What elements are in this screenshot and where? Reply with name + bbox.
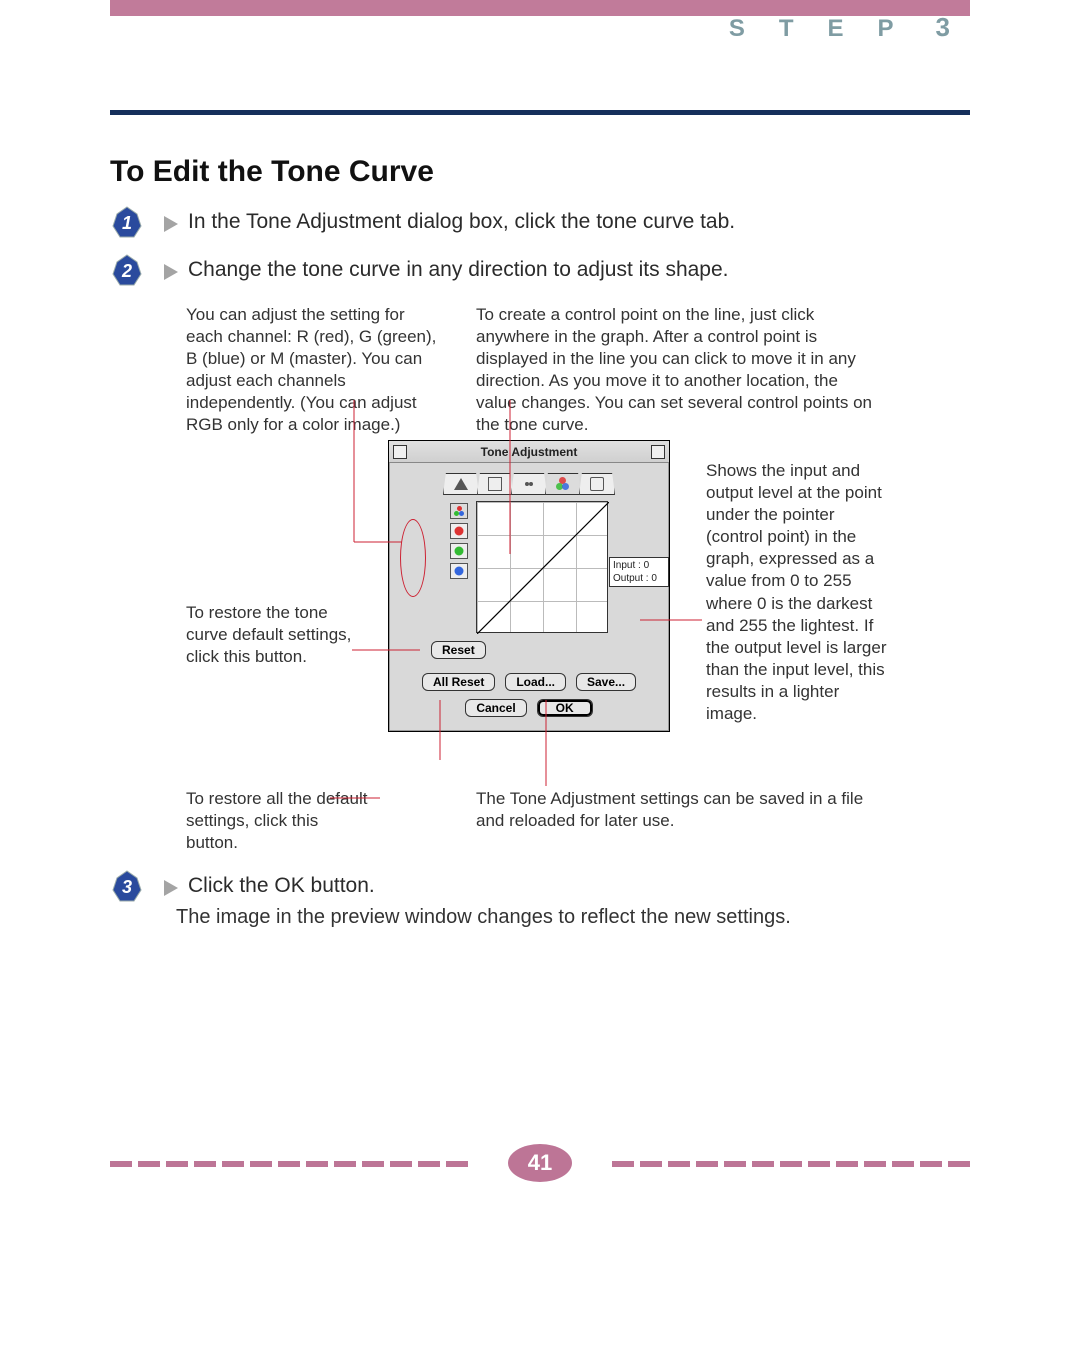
- channel-green-button[interactable]: [450, 543, 468, 559]
- io-callout: Shows the input and output level at the …: [706, 460, 888, 725]
- step-3-subtext: The image in the preview window changes …: [176, 904, 876, 930]
- header-divider: [110, 110, 970, 115]
- channel-red-button[interactable]: [450, 523, 468, 539]
- step-header: STEP 3: [729, 12, 950, 43]
- io-readout: Input : 0 Output : 0: [609, 557, 669, 587]
- save-callout: The Tone Adjustment settings can be save…: [476, 788, 876, 832]
- cancel-button[interactable]: Cancel: [465, 699, 526, 717]
- channel-highlight-ring: [400, 519, 426, 597]
- tab-levels[interactable]: [477, 473, 513, 495]
- arrow-icon: [164, 216, 178, 232]
- step-1-text: In the Tone Adjustment dialog box, click…: [160, 210, 735, 234]
- step-number: 3: [936, 12, 950, 43]
- all-reset-button[interactable]: All Reset: [422, 673, 495, 691]
- tab-strip: [444, 473, 614, 495]
- channel-blue-button[interactable]: [450, 563, 468, 579]
- zoom-box-icon[interactable]: [651, 445, 665, 459]
- step-medallion-3: 3: [110, 870, 144, 904]
- tone-curve-graph[interactable]: [476, 501, 608, 633]
- tab-tone-curve[interactable]: [545, 473, 581, 495]
- controlpoint-note: To create a control point on the line, j…: [476, 304, 876, 437]
- ok-button[interactable]: OK: [537, 699, 593, 717]
- step-medallion-num-2: 2: [110, 254, 144, 288]
- histogram-icon: [454, 478, 468, 490]
- arrow-icon: [164, 880, 178, 896]
- step-medallion-2: 2: [110, 254, 144, 288]
- reset-callout: To restore the tone curve default settin…: [186, 602, 372, 668]
- tab-histogram[interactable]: [443, 473, 479, 495]
- step-3-text: Click the OK button.: [160, 874, 375, 898]
- dialog-titlebar[interactable]: Tone Adjustment: [389, 441, 669, 463]
- channel-note: You can adjust the setting for each chan…: [186, 304, 444, 437]
- close-box-icon[interactable]: [393, 445, 407, 459]
- channel-column: [450, 501, 470, 579]
- tab-other[interactable]: [579, 473, 615, 495]
- step-2-label: Change the tone curve in any direction t…: [188, 258, 729, 281]
- arrow-icon: [164, 264, 178, 280]
- allreset-callout: To restore all the default settings, cli…: [186, 788, 372, 854]
- step-medallion-num-3: 3: [110, 870, 144, 904]
- tone-adjustment-dialog: Tone Adjustment: [388, 440, 670, 732]
- balance-icon: [522, 477, 536, 491]
- output-readout: Output : 0: [613, 572, 665, 585]
- step-2-text: Change the tone curve in any direction t…: [160, 258, 729, 282]
- green-dot-icon: [455, 547, 464, 556]
- save-button[interactable]: Save...: [576, 673, 636, 691]
- channel-master-button[interactable]: [450, 503, 468, 519]
- rect-icon: [590, 477, 604, 491]
- dialog-title: Tone Adjustment: [407, 445, 651, 459]
- input-readout: Input : 0: [613, 559, 665, 572]
- load-button[interactable]: Load...: [505, 673, 566, 691]
- reset-button[interactable]: Reset: [431, 641, 486, 659]
- page-number: 41: [528, 1150, 552, 1176]
- red-dot-icon: [455, 527, 464, 536]
- step-medallion-num-1: 1: [110, 206, 144, 240]
- page-number-badge: 41: [508, 1144, 572, 1182]
- master-icon: [454, 506, 466, 518]
- blue-dot-icon: [455, 567, 464, 576]
- rgb-icon: [556, 477, 570, 491]
- levels-icon: [488, 477, 502, 491]
- page-footer: 41: [110, 1144, 970, 1184]
- step-medallion-1: 1: [110, 206, 144, 240]
- step-3-label: Click the OK button.: [188, 874, 375, 897]
- tab-balance[interactable]: [511, 473, 547, 495]
- step-word: STEP: [729, 15, 928, 42]
- step-1-label: In the Tone Adjustment dialog box, click…: [188, 210, 735, 233]
- page-title: To Edit the Tone Curve: [110, 155, 434, 189]
